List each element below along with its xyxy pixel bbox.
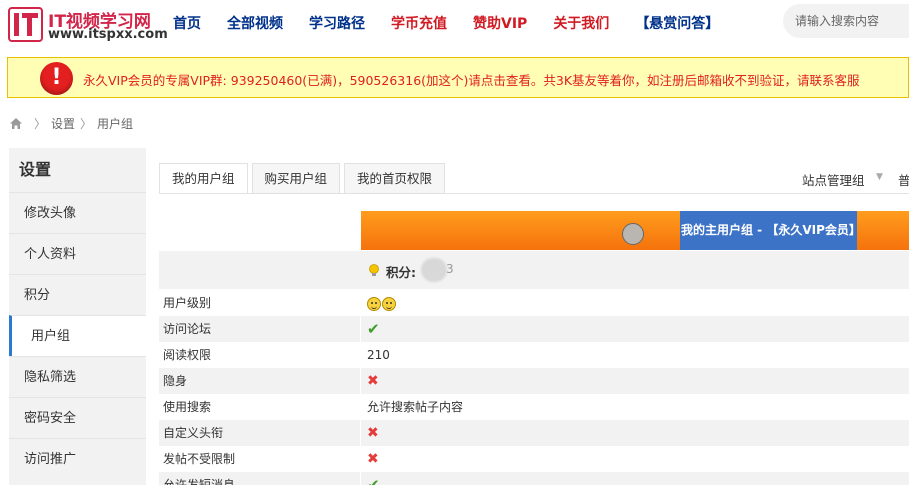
sidebar-item-avatar[interactable]: 修改头像: [9, 192, 146, 233]
row-label: 允许发短消息: [159, 472, 360, 485]
user-avatar: [622, 223, 644, 245]
tab-homepage-permissions[interactable]: 我的首页权限: [344, 163, 446, 194]
smiley-icon: [382, 296, 396, 311]
breadcrumb-separator: 〉: [80, 117, 93, 131]
points-cell: 积分: 3: [361, 251, 909, 289]
breadcrumb-usergroup[interactable]: 用户组: [97, 115, 133, 132]
breadcrumb-settings[interactable]: 设置: [51, 115, 75, 132]
admin-more-label[interactable]: 普: [898, 170, 909, 189]
points-row: 积分: 3: [159, 251, 909, 289]
nav-all-videos[interactable]: 全部视频: [227, 13, 283, 33]
row-label: 用户级别: [159, 290, 360, 316]
site-logo[interactable]: IT视频学习网 www.itspxx.com: [8, 6, 168, 44]
usergroup-header-banner: 我的主用户组 - 【永久VIP会员】: [361, 211, 909, 250]
cross-icon: ✖: [367, 373, 379, 389]
sidebar-item-password[interactable]: 密码安全: [9, 397, 146, 438]
nav-sponsor-vip[interactable]: 赞助VIP: [473, 13, 527, 33]
notice-text: 永久VIP会员的专属VIP群: 939250460(已满)，590526316(…: [83, 73, 860, 88]
row-label: 阅读权限: [159, 342, 360, 368]
table-row: 允许发短消息 ✔: [159, 472, 909, 485]
row-value: ✖: [361, 420, 909, 446]
nav-recharge[interactable]: 学币充值: [391, 13, 447, 33]
logo-mark-icon: [8, 7, 43, 42]
points-value-tail: 3: [446, 262, 454, 276]
row-label: 访问论坛: [159, 316, 360, 342]
cross-icon: ✖: [367, 425, 379, 441]
row-label: 自定义头衔: [159, 420, 360, 446]
sidebar-item-privacy[interactable]: 隐私筛选: [9, 356, 146, 397]
points-label: 积分:: [386, 265, 416, 280]
row-value: ✖: [361, 446, 909, 472]
row-value: ✔: [361, 316, 909, 342]
check-icon: ✔: [367, 476, 380, 485]
lightbulb-icon: [369, 264, 379, 276]
usergroup-tabs: 我的用户组 购买用户组 我的首页权限: [159, 163, 449, 194]
table-row: 阅读权限 210: [159, 342, 909, 368]
settings-sidebar: 设置 修改头像 个人资料 积分 用户组 隐私筛选 密码安全 访问推广: [9, 148, 146, 485]
nav-learning-path[interactable]: 学习路径: [309, 13, 365, 33]
check-icon: ✔: [367, 320, 380, 338]
table-row: 发帖不受限制 ✖: [159, 446, 909, 472]
breadcrumb: 〉 设置 〉 用户组: [9, 115, 133, 132]
points-value-redacted: [421, 258, 447, 282]
tab-buy-usergroup[interactable]: 购买用户组: [251, 163, 341, 194]
table-row: 访问论坛 ✔: [159, 316, 909, 342]
row-value: 允许搜索帖子内容: [361, 394, 909, 420]
main-nav: 首页 全部视频 学习路径 学币充值 赞助VIP 关于我们 【悬赏问答】: [160, 0, 732, 46]
tab-my-usergroup[interactable]: 我的用户组: [159, 163, 248, 194]
row-label: 使用搜索: [159, 394, 360, 420]
nav-bounty-qa[interactable]: 【悬赏问答】: [635, 13, 719, 33]
chevron-down-icon[interactable]: ▼: [876, 172, 883, 182]
tabs-divider: [159, 193, 909, 194]
exclamation-icon: !: [40, 62, 73, 95]
logo-url: www.itspxx.com: [48, 27, 168, 42]
nav-home[interactable]: 首页: [173, 13, 201, 33]
smiley-icon: [367, 296, 381, 311]
nav-about-us[interactable]: 关于我们: [553, 13, 609, 33]
sidebar-item-usergroup[interactable]: 用户组: [9, 315, 146, 356]
sidebar-item-profile[interactable]: 个人资料: [9, 233, 146, 274]
table-row: 自定义头衔 ✖: [159, 420, 909, 446]
table-row: 隐身 ✖: [159, 368, 909, 394]
table-row: 用户级别: [159, 290, 909, 316]
admin-group-select[interactable]: 站点管理组: [802, 170, 865, 189]
cross-icon: ✖: [367, 451, 379, 467]
row-value: ✔: [361, 472, 909, 485]
row-label: 隐身: [159, 368, 360, 394]
row-label: 发帖不受限制: [159, 446, 360, 472]
sidebar-item-credits[interactable]: 积分: [9, 274, 146, 315]
vip-notice-banner[interactable]: ! 永久VIP会员的专属VIP群: 939250460(已满)，59052631…: [7, 57, 909, 98]
sidebar-item-promotion[interactable]: 访问推广: [9, 438, 146, 479]
home-icon[interactable]: [9, 117, 23, 130]
sidebar-title: 设置: [19, 160, 52, 179]
main-usergroup-label: 我的主用户组 - 【永久VIP会员】: [680, 211, 861, 250]
top-header: IT视频学习网 www.itspxx.com 首页 全部视频 学习路径 学币充值…: [0, 0, 909, 50]
breadcrumb-separator: 〉: [34, 117, 47, 131]
row-value: ✖: [361, 368, 909, 394]
row-value: 210: [361, 342, 909, 368]
row-value: [361, 290, 909, 316]
search-input[interactable]: [783, 4, 909, 38]
table-row: 使用搜索 允许搜索帖子内容: [159, 394, 909, 420]
